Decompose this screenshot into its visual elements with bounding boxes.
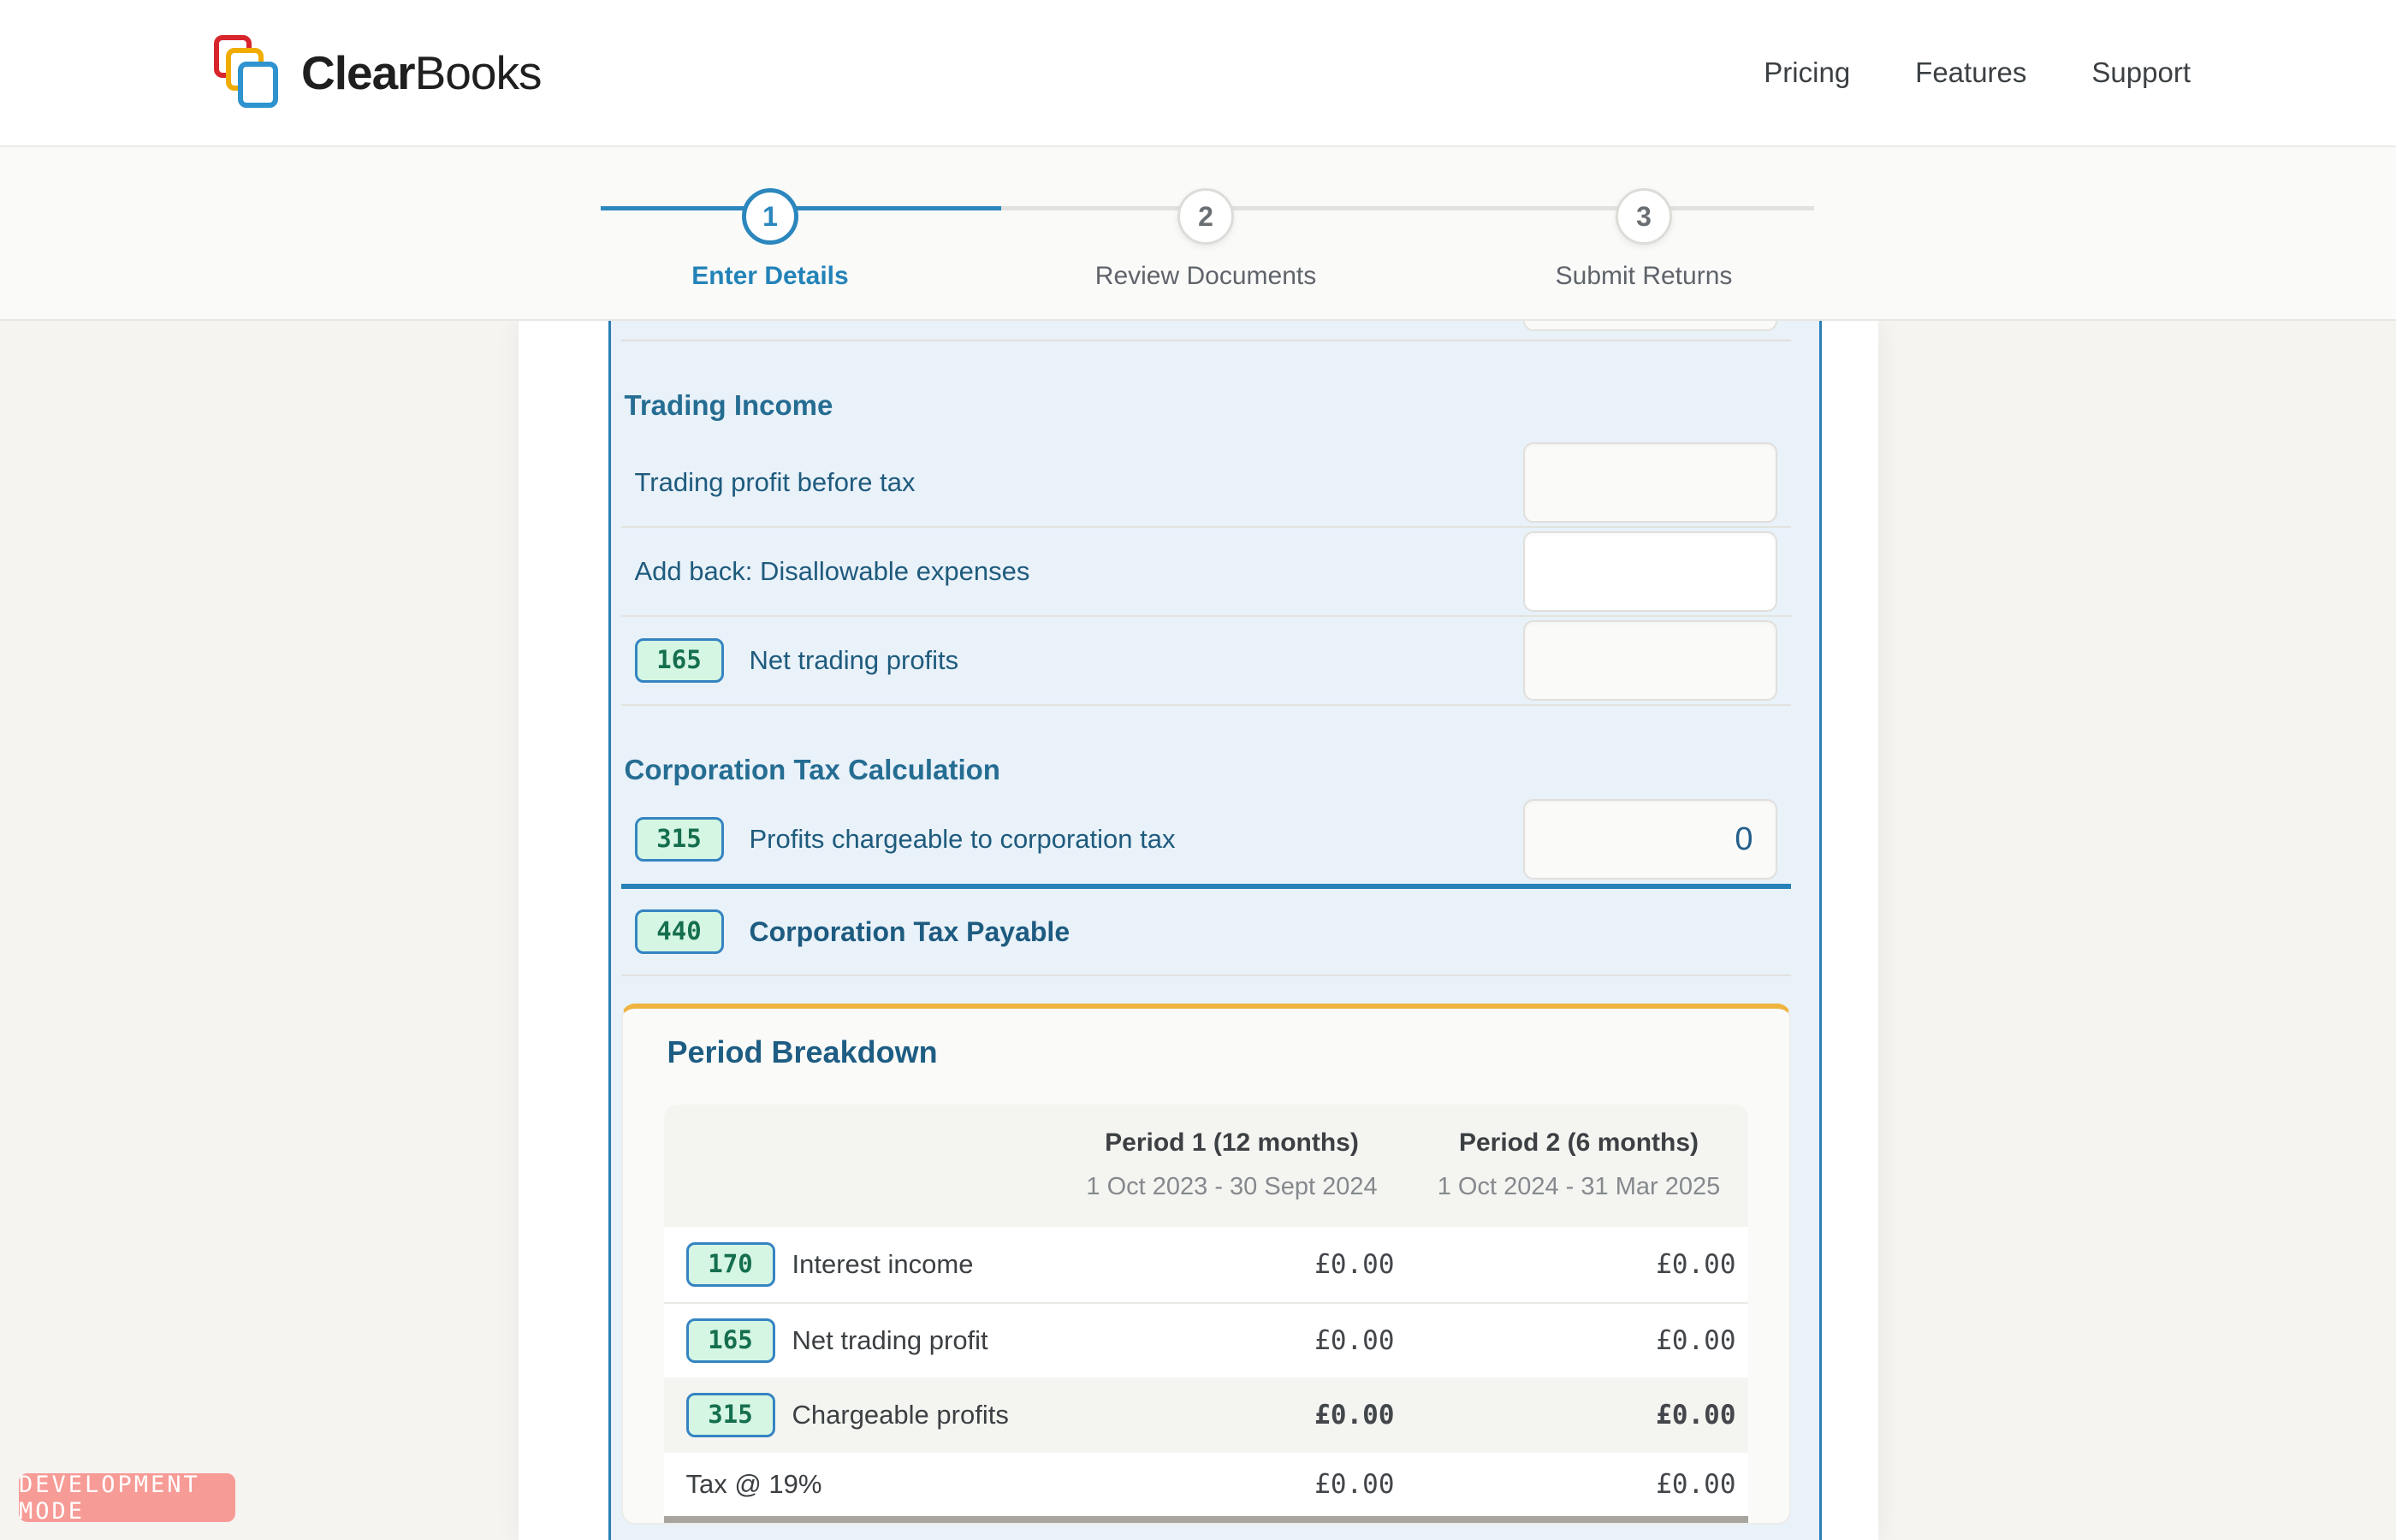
main-nav: Pricing Features Support (1764, 56, 2191, 89)
step-2-label: Review Documents (1060, 262, 1351, 291)
period-table-header: Period 1 (12 months) 1 Oct 2023 - 30 Sep… (664, 1105, 1748, 1227)
period-breakdown-card: Period Breakdown Period 1 (12 months) 1 … (621, 1004, 1791, 1525)
brand-name-regular: Books (415, 46, 542, 99)
nav-features[interactable]: Features (1915, 56, 2026, 89)
header-empty-cell (664, 1128, 1056, 1201)
period-1-title: Period 1 (12 months) (1056, 1128, 1409, 1158)
step-submit-returns[interactable]: 3 Submit Returns (1498, 147, 1789, 291)
chargeable-profits-cell: 315 Chargeable profits (664, 1393, 1056, 1437)
net-trading-profits-label: Net trading profits (750, 645, 959, 676)
development-mode-badge: DEVELOPMENT MODE (19, 1473, 235, 1522)
form-row-disallowable-expenses: Add back: Disallowable expenses (621, 528, 1791, 617)
interest-income-cell: 170 Interest income (664, 1242, 1056, 1287)
form-row-trading-profit: Trading profit before tax (621, 439, 1791, 528)
header-period-1: Period 1 (12 months) 1 Oct 2023 - 30 Sep… (1056, 1128, 1409, 1201)
clearbooks-logo-icon (214, 35, 281, 110)
section-divider (621, 340, 1791, 341)
chargeable-profits-period-1: £0.00 (1056, 1400, 1409, 1430)
period-breakdown-title: Period Breakdown (667, 1034, 1748, 1070)
tax-19-period-1: £0.00 (1056, 1469, 1409, 1500)
table-row-chargeable-profits: 315 Chargeable profits £0.00 £0.00 (664, 1377, 1748, 1453)
disallowable-expenses-label: Add back: Disallowable expenses (635, 556, 1030, 587)
period-2-title: Period 2 (6 months) (1409, 1128, 1750, 1158)
brand-name: ClearBooks (301, 45, 541, 100)
step-2-circle: 2 (1177, 188, 1234, 245)
content-column: Trading Income Trading profit before tax… (519, 321, 1878, 1540)
interest-income-period-2: £0.00 (1409, 1249, 1750, 1280)
form-row-net-trading-profits: 165 Net trading profits (621, 617, 1791, 706)
tax-19-cell: Tax @ 19% (664, 1469, 1056, 1500)
box-170-badge: 170 (686, 1242, 775, 1287)
step-3-circle: 3 (1616, 188, 1672, 245)
brand-logo[interactable]: ClearBooks (214, 35, 541, 110)
step-review-documents[interactable]: 2 Review Documents (1060, 147, 1351, 291)
nav-support[interactable]: Support (2091, 56, 2191, 89)
tax-form-panel: Trading Income Trading profit before tax… (608, 270, 1822, 1540)
table-row-tax-19: Tax @ 19% £0.00 £0.00 (664, 1453, 1748, 1516)
brand-name-bold: Clear (301, 46, 415, 99)
box-315-table-badge: 315 (686, 1393, 775, 1437)
table-row-interest-income: 170 Interest income £0.00 £0.00 (664, 1227, 1748, 1302)
trading-profit-label: Trading profit before tax (635, 467, 916, 498)
net-trading-profits-input[interactable] (1523, 620, 1777, 701)
period-1-dates: 1 Oct 2023 - 30 Sept 2024 (1056, 1173, 1409, 1201)
disallowable-expenses-input[interactable] (1523, 531, 1777, 612)
trading-profit-input[interactable] (1523, 442, 1777, 523)
step-1-label: Enter Details (625, 262, 916, 291)
net-trading-profit-cell: 165 Net trading profit (664, 1318, 1056, 1363)
top-header: ClearBooks Pricing Features Support (0, 0, 2396, 147)
chargeable-profits-table-label: Chargeable profits (792, 1400, 1009, 1430)
box-165-badge: 165 (635, 638, 724, 683)
chargeable-profits-period-2: £0.00 (1409, 1400, 1750, 1430)
step-enter-details[interactable]: 1 Enter Details (625, 147, 916, 291)
form-row-corporation-tax-payable: 440 Corporation Tax Payable (621, 889, 1791, 976)
tax-19-period-2: £0.00 (1409, 1469, 1750, 1500)
box-165-table-badge: 165 (686, 1318, 775, 1363)
table-row-net-trading-profit: 165 Net trading profit £0.00 £0.00 (664, 1302, 1748, 1377)
net-trading-profit-label: Net trading profit (792, 1325, 988, 1356)
section-title-trading-income: Trading Income (625, 389, 1791, 422)
net-trading-profit-period-1: £0.00 (1056, 1325, 1409, 1356)
chargeable-profits-label: Profits chargeable to corporation tax (750, 824, 1176, 855)
period-2-dates: 1 Oct 2024 - 31 Mar 2025 (1409, 1173, 1750, 1201)
chargeable-profits-input[interactable] (1523, 799, 1777, 880)
period-breakdown-table: Period 1 (12 months) 1 Oct 2023 - 30 Sep… (664, 1105, 1748, 1523)
step-3-label: Submit Returns (1498, 262, 1789, 291)
box-315-badge: 315 (635, 817, 724, 862)
form-row-chargeable-profits: 315 Profits chargeable to corporation ta… (621, 795, 1791, 884)
section-title-corporation-tax: Corporation Tax Calculation (625, 754, 1791, 786)
logo-page-blue (238, 62, 278, 108)
nav-pricing[interactable]: Pricing (1764, 56, 1850, 89)
trading-income-rows: Trading profit before tax Add back: Disa… (621, 439, 1791, 706)
net-trading-profit-period-2: £0.00 (1409, 1325, 1750, 1356)
header-period-2: Period 2 (6 months) 1 Oct 2024 - 31 Mar … (1409, 1128, 1750, 1201)
table-cutoff-rule (664, 1516, 1748, 1523)
page-body: Trading Income Trading profit before tax… (0, 321, 2396, 1540)
tax-19-label: Tax @ 19% (686, 1469, 822, 1500)
step-1-circle: 1 (742, 188, 798, 245)
screen: ClearBooks Pricing Features Support 1 En… (0, 0, 2396, 1540)
stepper: 1 Enter Details 2 Review Documents 3 Sub… (0, 147, 2396, 321)
box-440-badge: 440 (635, 909, 724, 954)
interest-income-label: Interest income (792, 1249, 974, 1280)
interest-income-period-1: £0.00 (1056, 1249, 1409, 1280)
corporation-tax-payable-label: Corporation Tax Payable (750, 916, 1070, 948)
